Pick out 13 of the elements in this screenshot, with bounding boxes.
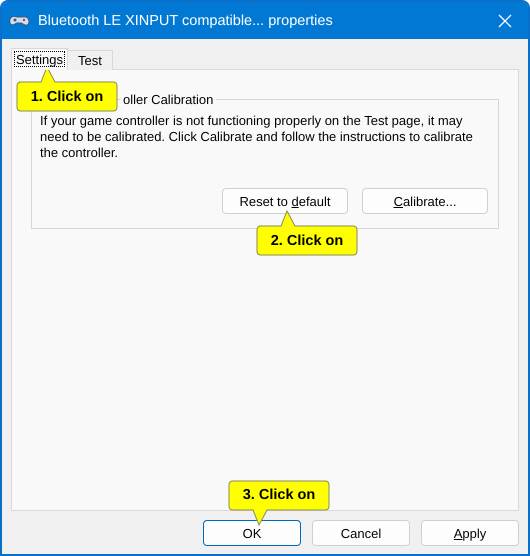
dialog-button[interactable]: Cancel [312,520,410,546]
window-title: Bluetooth LE XINPUT compatible... properties [38,12,334,28]
tab[interactable]: Test [66,50,113,70]
reset-button[interactable]: Reset to default [222,188,348,214]
calibrate-button[interactable]: Calibrate... [362,188,488,214]
callout: 2. Click on [255,210,359,256]
dialog-button[interactable]: Apply [421,520,519,546]
callout: 3. Click on [227,480,331,526]
close-icon [498,14,512,28]
description-text: If your game controller is not functioning properly on the Test page, it may need to be calibrated. Click Calibrate and follow the instructions to calibrate the controller. [40,113,474,161]
dialog-button[interactable]: OK [203,520,301,546]
group-label: oller Calibration [122,92,214,107]
tab[interactable]: Settings [11,48,68,70]
